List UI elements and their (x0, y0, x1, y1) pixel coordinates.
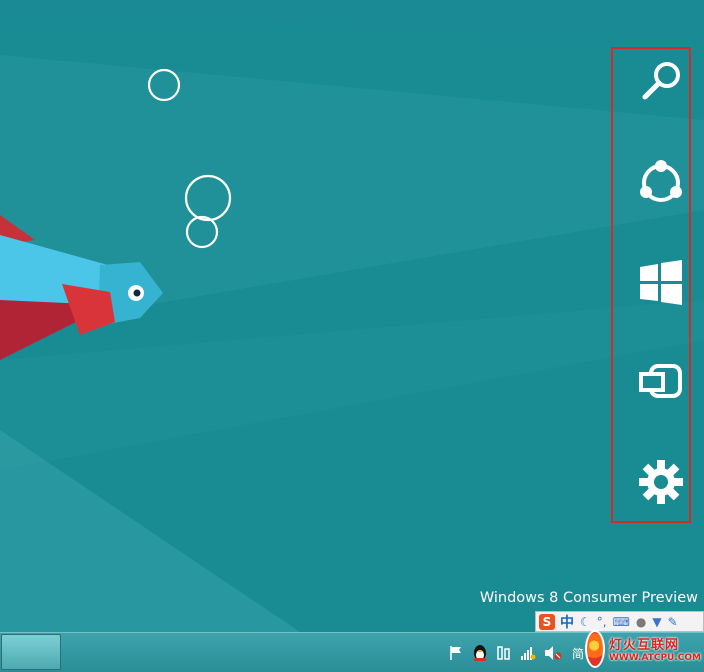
network-icon[interactable] (496, 645, 512, 661)
devices-icon (637, 358, 685, 406)
background-artwork (0, 0, 704, 632)
clock-text[interactable]: 简 (572, 645, 584, 662)
charm-share[interactable] (635, 157, 687, 209)
charm-devices[interactable] (635, 356, 687, 408)
desktop-background: Windows 8 Consumer Preview S 中 ☾ °, ⌨ ● … (0, 0, 704, 672)
site-logo-chinese: 灯火互联网 (608, 638, 679, 653)
charm-start[interactable] (635, 257, 687, 309)
site-logo-icon (585, 629, 605, 668)
search-icon (637, 57, 685, 105)
windows-logo-icon (637, 259, 685, 307)
system-tray: 简 (448, 641, 584, 665)
site-logo-watermark: 灯火互联网 WWW.ATCPU.COM (585, 627, 701, 670)
ime-logo[interactable]: S (539, 613, 555, 630)
charm-settings[interactable] (635, 456, 687, 508)
ime-mode-toggle[interactable]: 中 (560, 612, 574, 632)
site-logo-url: WWW.ATCPU.COM (608, 653, 701, 663)
charms-bar (611, 47, 691, 523)
signal-icon[interactable] (520, 645, 536, 661)
share-icon (635, 157, 687, 209)
build-watermark: Windows 8 Consumer Preview (479, 590, 698, 606)
volume-muted-icon[interactable] (544, 645, 562, 661)
gear-icon (637, 458, 685, 506)
charm-search[interactable] (635, 55, 687, 107)
taskbar-start-button[interactable] (1, 634, 61, 670)
flag-icon[interactable] (448, 645, 464, 661)
qq-penguin-icon[interactable] (472, 644, 488, 662)
